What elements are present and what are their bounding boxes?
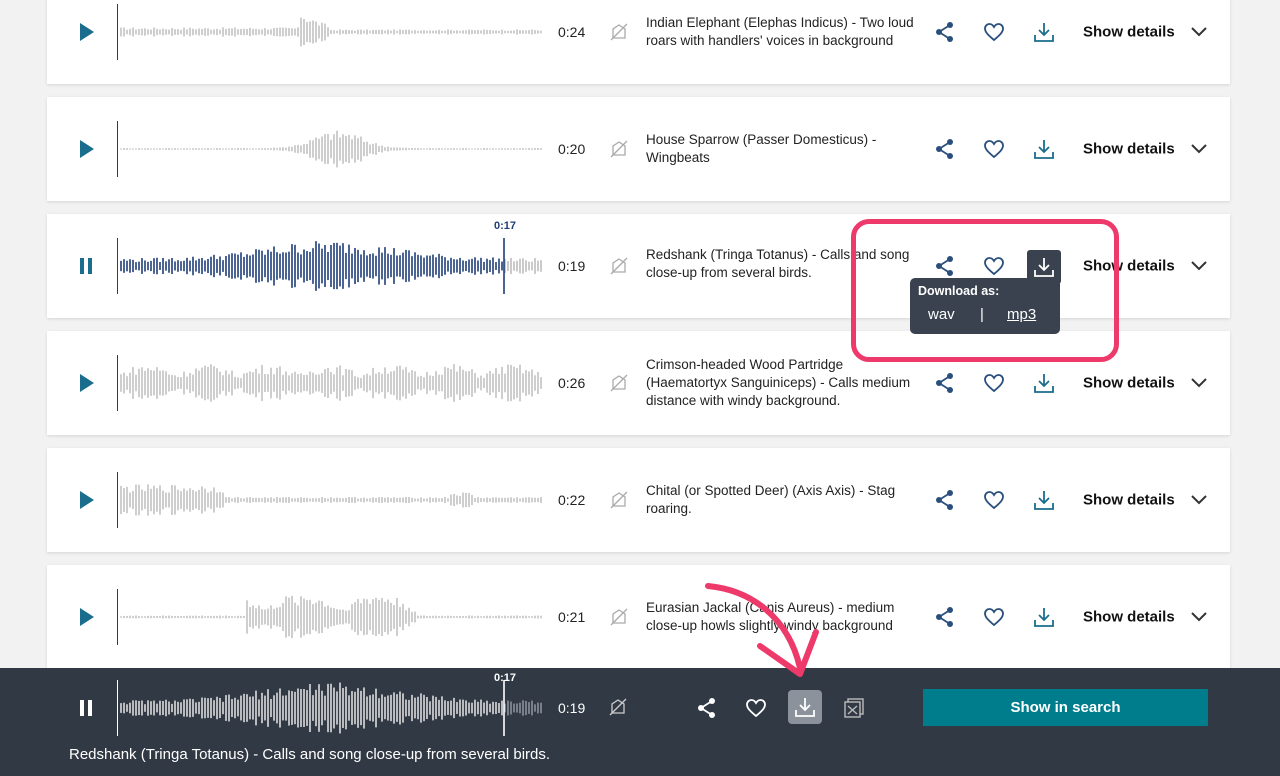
chevron-down-icon[interactable] bbox=[1190, 23, 1208, 41]
waveform[interactable] bbox=[117, 238, 543, 294]
waveform[interactable] bbox=[117, 4, 543, 60]
chevron-down-icon[interactable] bbox=[1190, 140, 1208, 158]
share-icon[interactable] bbox=[934, 138, 956, 160]
playhead-time: 0:17 bbox=[494, 220, 517, 232]
duration: 0:20 bbox=[558, 141, 586, 157]
chevron-down-icon[interactable] bbox=[1190, 257, 1208, 275]
show-details-button[interactable]: Show details bbox=[1083, 375, 1175, 392]
play-icon[interactable] bbox=[74, 137, 98, 161]
download-icon bbox=[795, 698, 815, 717]
player-bar: 0:17 0:19 Show in search Redshank (Tring… bbox=[0, 668, 1280, 776]
now-playing-title: Redshank (Tringa Totanus) - Calls and so… bbox=[69, 746, 551, 763]
chevron-down-icon[interactable] bbox=[1190, 608, 1208, 626]
player-duration: 0:19 bbox=[558, 700, 586, 716]
no-license-icon bbox=[610, 491, 628, 509]
play-icon[interactable] bbox=[74, 605, 98, 629]
pause-icon[interactable] bbox=[74, 254, 98, 278]
no-license-icon bbox=[610, 140, 628, 158]
waveform[interactable] bbox=[117, 472, 543, 528]
download-popup-title: Download as: bbox=[918, 284, 1000, 298]
no-license-icon bbox=[610, 257, 628, 275]
no-license-icon bbox=[610, 23, 628, 41]
result-title[interactable]: Eurasian Jackal (Canis Aureus) - medium … bbox=[646, 599, 921, 635]
close-player-icon[interactable] bbox=[843, 697, 865, 719]
chevron-down-icon[interactable] bbox=[1190, 374, 1208, 392]
heart-icon[interactable] bbox=[983, 489, 1005, 511]
duration: 0:21 bbox=[558, 609, 586, 625]
heart-icon[interactable] bbox=[745, 697, 767, 719]
share-icon[interactable] bbox=[934, 372, 956, 394]
download-icon bbox=[1034, 258, 1054, 277]
result-title[interactable]: Redshank (Tringa Totanus) - Calls and so… bbox=[646, 246, 921, 282]
download-format-popup: Download as: wav | mp3 bbox=[910, 278, 1060, 334]
result-title[interactable]: Indian Elephant (Elephas Indicus) - Two … bbox=[646, 14, 921, 50]
show-in-search-button[interactable]: Show in search bbox=[923, 689, 1208, 726]
no-license-icon bbox=[610, 374, 628, 392]
result-card: 0:26 Crimson-headed Wood Partridge (Haem… bbox=[47, 331, 1230, 435]
player-download-button[interactable] bbox=[788, 690, 822, 724]
download-icon[interactable] bbox=[1033, 138, 1055, 160]
heart-icon[interactable] bbox=[983, 138, 1005, 160]
duration: 0:24 bbox=[558, 24, 586, 40]
result-title[interactable]: House Sparrow (Passer Domesticus) - Wing… bbox=[646, 131, 921, 167]
download-icon[interactable] bbox=[1033, 606, 1055, 628]
duration: 0:19 bbox=[558, 258, 586, 274]
pause-icon[interactable] bbox=[74, 696, 98, 720]
chevron-down-icon[interactable] bbox=[1190, 491, 1208, 509]
share-icon[interactable] bbox=[696, 697, 718, 719]
play-icon[interactable] bbox=[74, 20, 98, 44]
share-icon[interactable] bbox=[934, 21, 956, 43]
no-license-icon bbox=[609, 698, 627, 716]
download-separator: | bbox=[980, 306, 984, 323]
waveform[interactable] bbox=[117, 589, 543, 645]
show-details-button[interactable]: Show details bbox=[1083, 141, 1175, 158]
download-icon[interactable] bbox=[1033, 21, 1055, 43]
result-card: 0:22 Chital (or Spotted Deer) (Axis Axis… bbox=[47, 448, 1230, 552]
share-icon[interactable] bbox=[934, 489, 956, 511]
heart-icon[interactable] bbox=[983, 255, 1005, 277]
download-mp3-link[interactable]: mp3 bbox=[1007, 306, 1036, 323]
download-wav-link[interactable]: wav bbox=[928, 306, 955, 323]
result-card: 0:21 Eurasian Jackal (Canis Aureus) - me… bbox=[47, 565, 1230, 669]
duration: 0:26 bbox=[558, 375, 586, 391]
no-license-icon bbox=[610, 608, 628, 626]
duration: 0:22 bbox=[558, 492, 586, 508]
show-details-button[interactable]: Show details bbox=[1083, 24, 1175, 41]
show-details-button[interactable]: Show details bbox=[1083, 258, 1175, 275]
result-card: 0:24 Indian Elephant (Elephas Indicus) -… bbox=[47, 0, 1230, 84]
player-waveform[interactable] bbox=[117, 680, 543, 736]
heart-icon[interactable] bbox=[983, 21, 1005, 43]
show-details-button[interactable]: Show details bbox=[1083, 492, 1175, 509]
result-title[interactable]: Crimson-headed Wood Partridge (Haematort… bbox=[646, 356, 921, 410]
play-icon[interactable] bbox=[74, 488, 98, 512]
result-card: 0:20 House Sparrow (Passer Domesticus) -… bbox=[47, 97, 1230, 201]
heart-icon[interactable] bbox=[983, 606, 1005, 628]
download-icon[interactable] bbox=[1033, 489, 1055, 511]
share-icon[interactable] bbox=[934, 255, 956, 277]
play-icon[interactable] bbox=[74, 371, 98, 395]
waveform[interactable] bbox=[117, 121, 543, 177]
result-title[interactable]: Chital (or Spotted Deer) (Axis Axis) - S… bbox=[646, 482, 921, 518]
waveform[interactable] bbox=[117, 355, 543, 411]
download-icon[interactable] bbox=[1033, 372, 1055, 394]
show-details-button[interactable]: Show details bbox=[1083, 609, 1175, 626]
share-icon[interactable] bbox=[934, 606, 956, 628]
heart-icon[interactable] bbox=[983, 372, 1005, 394]
